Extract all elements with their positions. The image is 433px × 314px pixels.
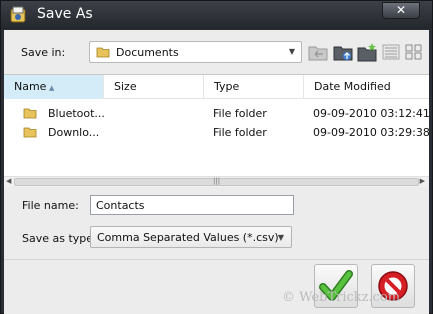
grip-icon: ||| [213, 177, 221, 185]
folder-icon [23, 127, 37, 138]
horizontal-scrollbar[interactable]: ◀ ||| ▶ [4, 176, 429, 187]
chevron-down-icon: ▼ [288, 47, 295, 56]
folder-icon [23, 108, 37, 119]
column-header-date-modified[interactable]: Date Modified [304, 75, 429, 99]
button-bar [4, 259, 429, 314]
close-icon: ✕ [395, 3, 407, 17]
watermark: © WebTrickz.com [282, 290, 401, 305]
row-name: Downlo... [48, 126, 100, 139]
details-view-icon[interactable] [380, 42, 402, 62]
row-name: Bluetoot... [48, 107, 105, 120]
back-folder-icon[interactable] [307, 42, 329, 62]
new-folder-icon[interactable] [356, 42, 378, 62]
save-as-type-label: Save as type: [22, 232, 97, 245]
save-in-dropdown[interactable]: Documents ▼ [89, 41, 302, 63]
sort-up-icon: ▲ [49, 84, 55, 92]
list-view-icon[interactable] [403, 42, 425, 62]
row-type: File folder [213, 126, 267, 139]
scroll-left-icon[interactable]: ◀ [6, 177, 11, 185]
row-date: 09-09-2010 03:29:38 [313, 126, 430, 139]
table-row[interactable]: Bluetoot... File folder 09-09-2010 03:12… [4, 104, 430, 123]
table-row[interactable]: Downlo... File folder 09-09-2010 03:29:3… [4, 123, 430, 142]
chevron-down-icon: ▼ [277, 233, 284, 242]
file-list[interactable]: Name ▲ Size Type Date Modified Bluetoot.… [4, 74, 430, 186]
column-header-size[interactable]: Size [104, 75, 204, 99]
save-as-type-dropdown[interactable]: Comma Separated Values (*.csv) ▼ [90, 226, 292, 248]
save-as-dialog: Save As ✕ Save in: Documents ▼ Name ▲ Si… [0, 0, 433, 314]
dialog-body: Save in: Documents ▼ Name ▲ Size Type Da… [4, 30, 430, 314]
close-button[interactable]: ✕ [382, 2, 420, 19]
save-as-type-value: Comma Separated Values (*.csv) [97, 231, 279, 244]
row-date: 09-09-2010 03:12:41 [313, 107, 430, 120]
folder-icon [96, 47, 110, 58]
window-title: Save As [37, 6, 93, 22]
scrollbar-thumb[interactable]: ||| [14, 177, 419, 186]
column-header-row: Name ▲ Size Type Date Modified [4, 75, 429, 99]
app-icon [10, 6, 26, 23]
save-in-value: Documents [116, 46, 179, 59]
up-folder-icon[interactable] [332, 42, 354, 62]
column-header-name[interactable]: Name ▲ [4, 75, 104, 99]
column-header-type[interactable]: Type [204, 75, 304, 99]
title-bar: Save As ✕ [1, 1, 432, 29]
file-name-label: File name: [22, 199, 79, 212]
scroll-right-icon[interactable]: ▶ [420, 177, 425, 185]
row-type: File folder [213, 107, 267, 120]
file-name-input[interactable]: Contacts [90, 195, 294, 215]
save-in-label: Save in: [21, 46, 66, 59]
